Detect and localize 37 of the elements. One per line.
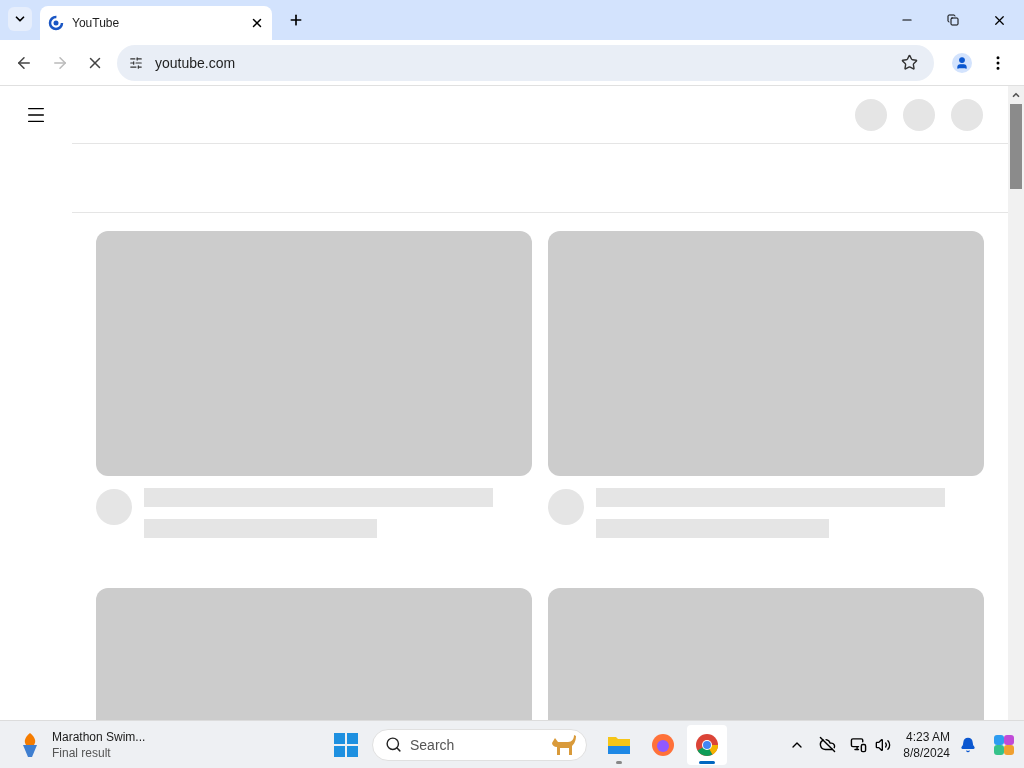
widget-title: Marathon Swim...: [52, 728, 146, 745]
search-icon: [385, 736, 402, 753]
copilot-icon[interactable]: [992, 732, 1016, 757]
scrollbar[interactable]: [1008, 86, 1024, 720]
restore-icon[interactable]: [947, 14, 959, 26]
monitor-icon[interactable]: [850, 736, 868, 753]
url-text: youtube.com: [155, 53, 237, 73]
globe-icon: [651, 732, 675, 757]
loading-spinner-icon: [48, 15, 64, 31]
header-icon-placeholder: [951, 98, 983, 131]
speaker-icon[interactable]: [875, 736, 892, 753]
new-tab-icon[interactable]: [288, 12, 304, 28]
header-icon-placeholder: [855, 98, 887, 131]
bell-icon[interactable]: [960, 736, 976, 753]
torch-icon: [20, 731, 40, 758]
site-settings-icon[interactable]: [129, 55, 143, 70]
scrollbar-thumb[interactable]: [1010, 104, 1022, 189]
chrome-icon: [695, 732, 719, 757]
address-bar[interactable]: youtube.com: [117, 44, 934, 81]
clock[interactable]: 4:23 AM 8/8/2024: [903, 728, 950, 761]
header-icon-placeholder: [903, 98, 935, 131]
browser-tab[interactable]: YouTube: [40, 6, 272, 40]
avatar-placeholder: [96, 489, 132, 525]
windows-start-icon[interactable]: [334, 732, 358, 757]
tab-list-button[interactable]: [8, 7, 32, 31]
widget-subtitle: Final result: [52, 744, 112, 761]
close-icon[interactable]: [250, 16, 264, 30]
tab-title: YouTube: [72, 15, 121, 31]
search-field[interactable]: Search: [372, 728, 587, 761]
profile-icon[interactable]: [952, 52, 972, 73]
taskbar-app-button[interactable]: [687, 724, 727, 765]
weather-widget[interactable]: Marathon Swim... Final result: [20, 728, 300, 761]
scroll-up-icon[interactable]: [1011, 90, 1021, 100]
cloud-off-icon[interactable]: [819, 736, 837, 753]
avatar-placeholder: [548, 489, 584, 525]
cat-icon: [550, 732, 578, 757]
bookmark-star-icon[interactable]: [901, 54, 918, 71]
